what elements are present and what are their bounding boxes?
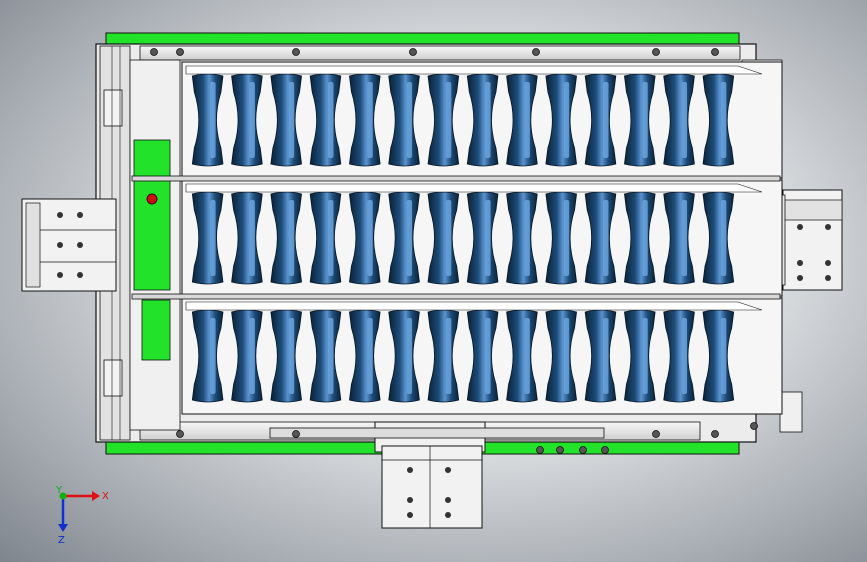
cup-highlight — [563, 82, 570, 158]
row-separator-bar — [131, 293, 781, 300]
bolt-hole — [176, 48, 184, 56]
cup-highlight — [681, 82, 688, 158]
cup-highlight — [524, 82, 530, 158]
cup-highlight — [602, 200, 609, 276]
bolt-hole — [601, 446, 609, 454]
cup-highlight — [720, 318, 727, 394]
cup-highlight — [210, 200, 216, 276]
bolt-hole — [176, 430, 184, 438]
coordinate-triad: X Y Z — [55, 485, 109, 546]
bolt-hole — [652, 48, 660, 56]
bolt-hole — [556, 446, 564, 454]
cup-highlight — [642, 200, 648, 276]
cup-highlight — [602, 318, 609, 394]
cup-highlight — [327, 318, 334, 394]
cup-highlight — [720, 200, 727, 276]
cup-highlight — [249, 82, 255, 158]
cup-highlight — [485, 318, 491, 394]
tray-lip-top — [185, 301, 763, 311]
bolt-hole — [750, 422, 758, 430]
cup-highlight — [288, 82, 295, 158]
left-cylinder — [21, 198, 117, 292]
cup-highlight — [210, 318, 216, 394]
cup-highlight — [406, 82, 413, 158]
cup-trays — [131, 61, 783, 415]
bolt-hole — [536, 446, 544, 454]
cup-highlight — [249, 318, 255, 394]
tray-lip-top — [185, 65, 763, 75]
cup-highlight — [563, 318, 570, 394]
cup-highlight — [367, 82, 373, 158]
cup-highlight — [524, 200, 530, 276]
cup-highlight — [681, 200, 688, 276]
cup-highlight — [367, 318, 373, 394]
cup-highlight — [288, 200, 295, 276]
cup-highlight — [210, 82, 216, 158]
bolt-hole — [150, 48, 158, 56]
bolt-hole — [409, 48, 417, 56]
cup-highlight — [642, 318, 648, 394]
cup-highlight — [720, 82, 727, 158]
cad-assembly-view[interactable]: X Y Z — [0, 0, 867, 562]
cup-highlight — [681, 318, 688, 394]
cup-highlight — [445, 200, 452, 276]
row-separator-bar — [131, 175, 781, 182]
bolt-hole — [711, 48, 719, 56]
cup-highlight — [485, 82, 491, 158]
bolt-hole — [292, 48, 300, 56]
cup-highlight — [445, 318, 452, 394]
bolt-hole — [652, 430, 660, 438]
z-axis-arrowhead — [58, 524, 68, 532]
cup-highlight — [524, 318, 530, 394]
tray-lip-top — [185, 183, 763, 193]
z-axis-label: Z — [58, 535, 65, 546]
bolt-hole — [532, 48, 540, 56]
cup-highlight — [642, 82, 648, 158]
y-axis-label: Y — [55, 485, 63, 496]
red-marker-icon — [146, 193, 158, 205]
frame-top-rail — [139, 45, 741, 61]
bolt-hole — [579, 446, 587, 454]
cup-highlight — [288, 318, 295, 394]
cup-highlight — [563, 200, 570, 276]
cup-highlight — [327, 200, 334, 276]
cup-highlight — [327, 82, 334, 158]
bolt-hole — [292, 430, 300, 438]
cup-highlight — [602, 82, 609, 158]
bottom-cylinder — [269, 421, 605, 529]
cup-highlight — [445, 82, 452, 158]
x-axis-label: X — [102, 491, 109, 502]
cup-highlight — [406, 318, 413, 394]
x-axis-arrowhead — [92, 491, 100, 501]
cup-highlight — [406, 200, 413, 276]
cup-highlight — [485, 200, 491, 276]
bolt-hole — [711, 430, 719, 438]
cup-highlight — [367, 200, 373, 276]
cup-highlight — [249, 200, 255, 276]
